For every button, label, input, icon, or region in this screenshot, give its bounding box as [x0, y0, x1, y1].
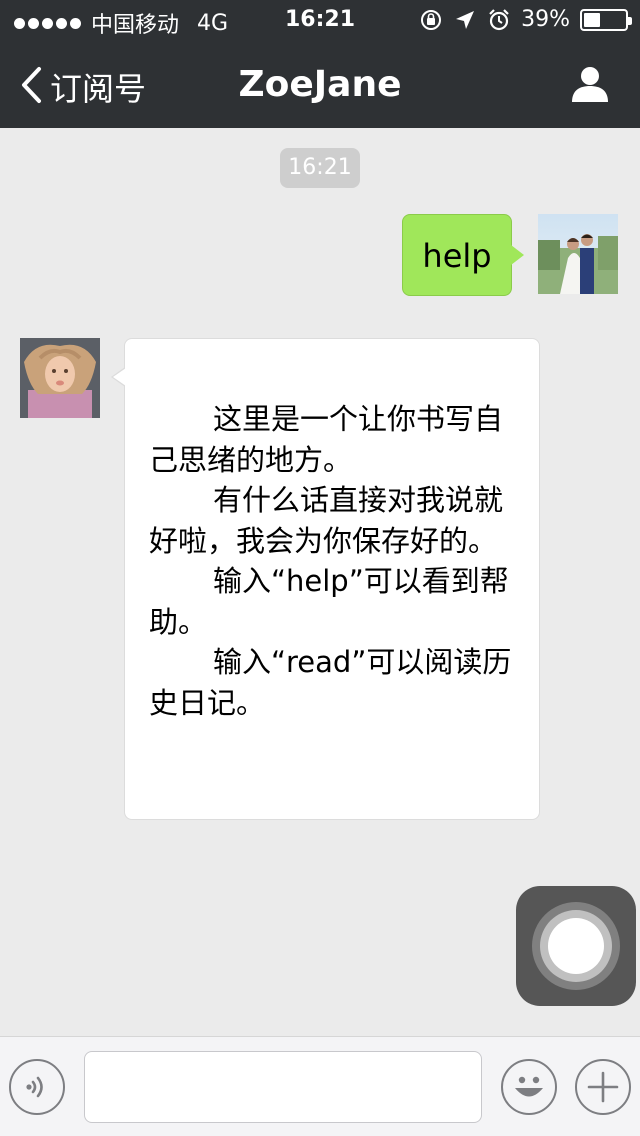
- account-avatar[interactable]: [20, 338, 100, 418]
- battery-icon: [580, 8, 632, 31]
- profile-button[interactable]: [570, 64, 610, 108]
- person-icon: [570, 67, 610, 108]
- chat-title: ZoeJane: [238, 64, 402, 105]
- outgoing-message-bubble[interactable]: help: [402, 214, 524, 296]
- message-paragraph: 这里是一个让你书写自己思绪的地方。: [149, 402, 504, 477]
- input-bar: [0, 1036, 640, 1136]
- alarm-clock-icon: [487, 8, 511, 32]
- message-paragraph: 输入“read”可以阅读历史日记。: [149, 645, 512, 720]
- message-input[interactable]: [84, 1051, 482, 1123]
- my-avatar[interactable]: [538, 214, 618, 294]
- status-bar: 中国移动 4G 16:21 39%: [0, 0, 640, 40]
- location-arrow-icon: [453, 8, 477, 32]
- emoji-button[interactable]: [501, 1059, 557, 1115]
- incoming-message-bubble[interactable]: 这里是一个让你书写自己思绪的地方。 有什么话直接对我说就好啦，我会为你保存好的。…: [111, 338, 540, 820]
- battery-percent: 39%: [521, 7, 570, 32]
- status-right: 39%: [419, 7, 632, 32]
- navigation-bar: 订阅号 ZoeJane: [0, 40, 640, 128]
- message-timestamp: 16:21: [280, 148, 360, 188]
- rotation-lock-icon: [419, 8, 443, 32]
- message-paragraph: 输入“help”可以看到帮助。: [149, 564, 509, 639]
- more-button[interactable]: [575, 1059, 631, 1115]
- assistive-touch-button[interactable]: [516, 886, 636, 1006]
- voice-button[interactable]: [9, 1059, 65, 1115]
- message-paragraph: 有什么话直接对我说就好啦，我会为你保存好的。: [149, 483, 504, 558]
